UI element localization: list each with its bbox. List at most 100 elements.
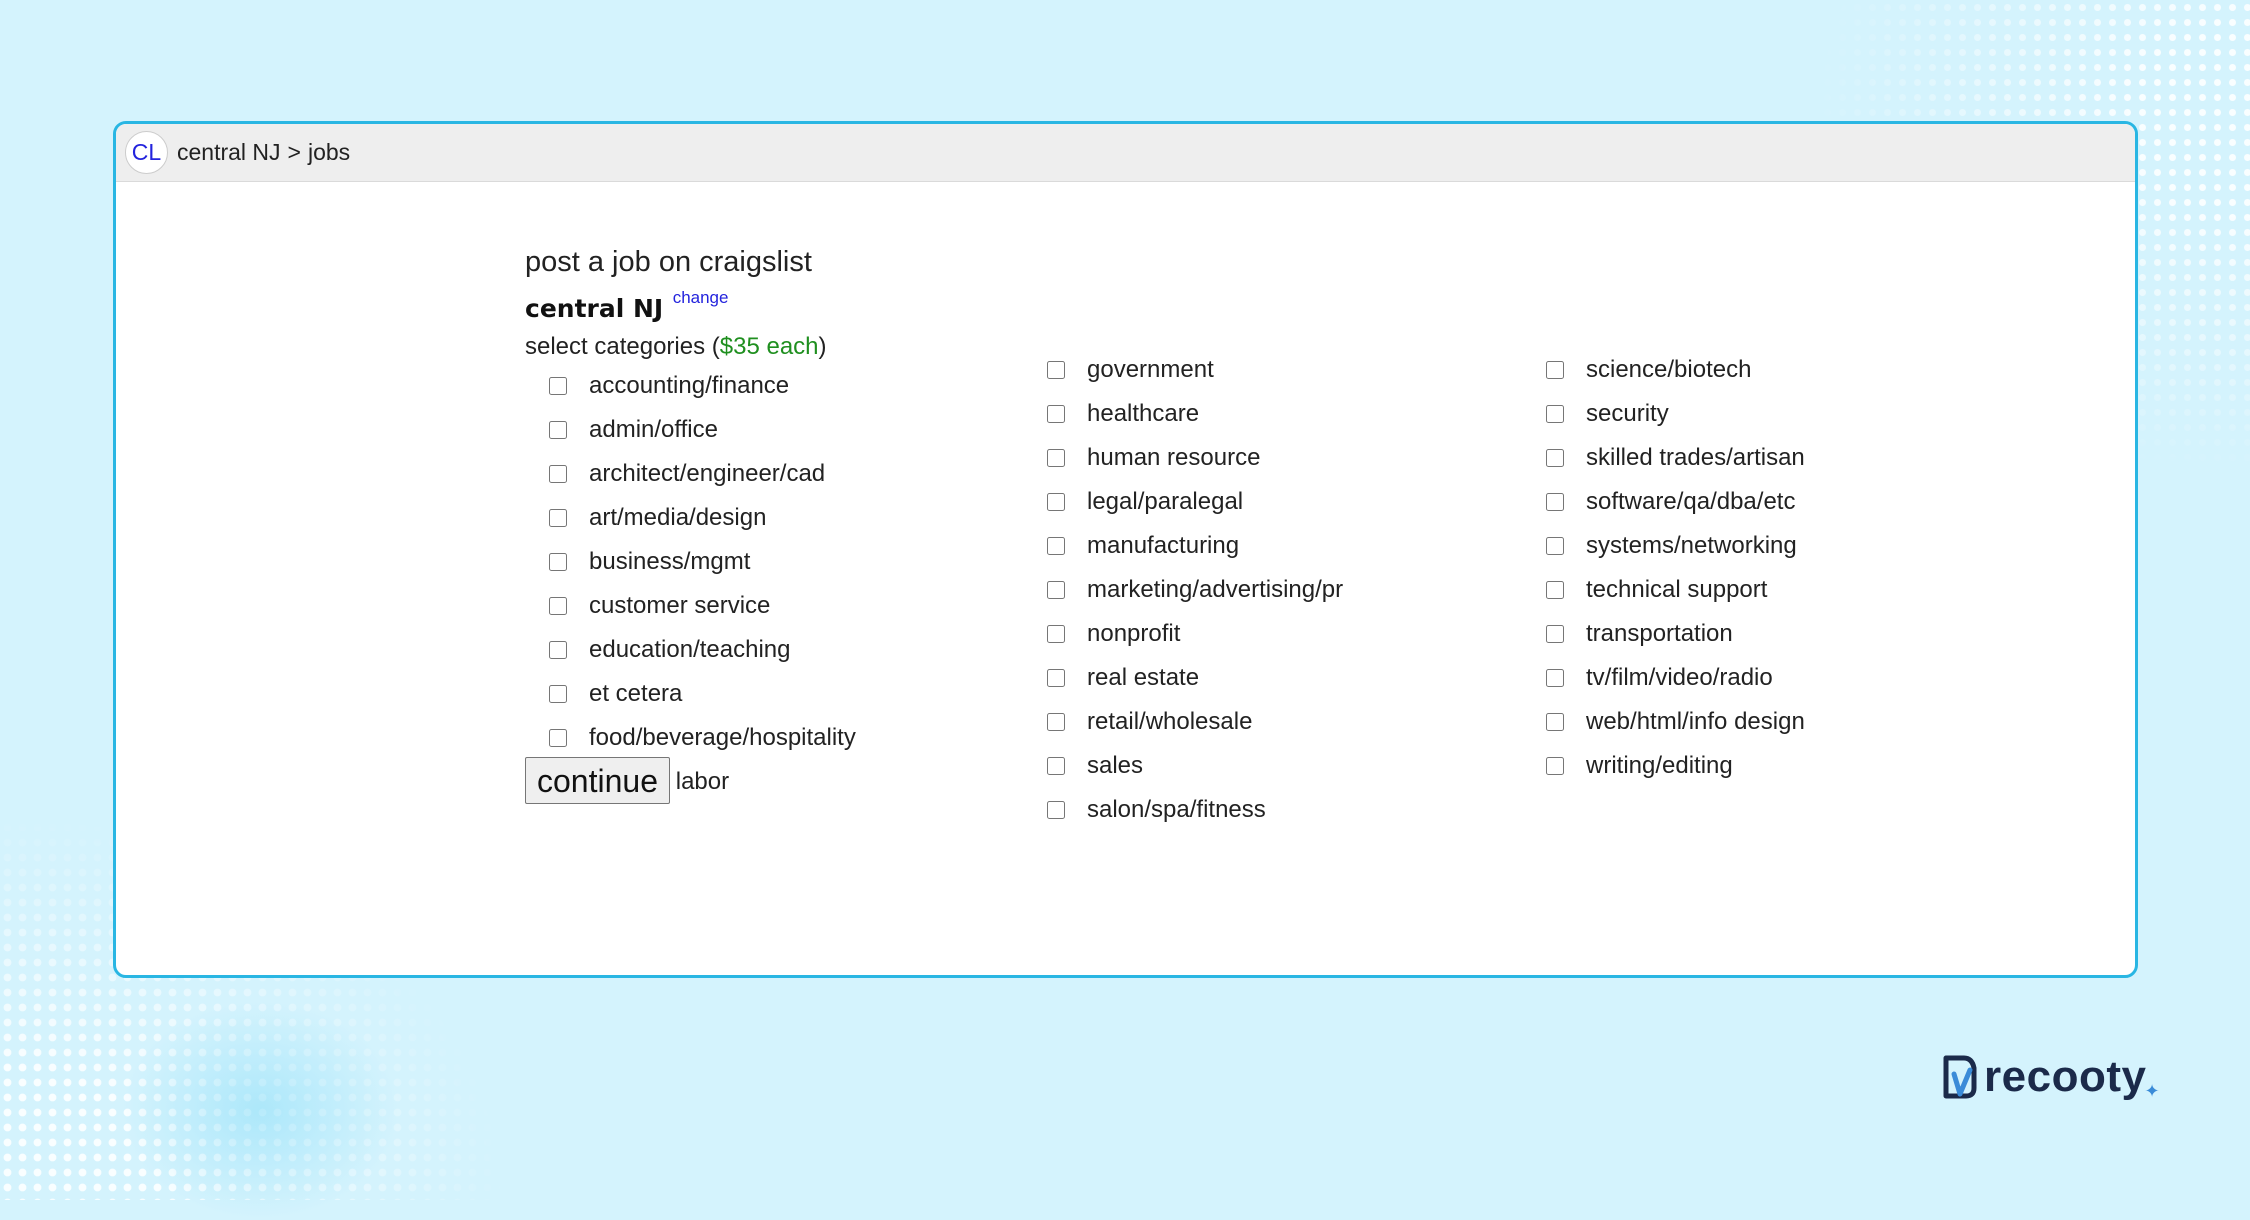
category-checkbox[interactable] — [1047, 493, 1065, 511]
category-option[interactable]: admin/office — [525, 408, 1005, 452]
category-option[interactable]: marketing/advertising/pr — [1023, 568, 1503, 612]
category-checkbox[interactable] — [1546, 757, 1564, 775]
category-option[interactable]: business/mgmt — [525, 540, 1005, 584]
category-option[interactable]: writing/editing — [1522, 744, 2002, 788]
breadcrumb-section[interactable]: jobs — [308, 139, 350, 166]
category-option[interactable]: technical support — [1522, 568, 2002, 612]
category-option[interactable]: systems/networking — [1522, 524, 2002, 568]
category-label: legal/paralegal — [1087, 488, 1244, 515]
category-checkbox[interactable] — [549, 421, 567, 439]
sparkle-icon: ✦ — [2144, 1080, 2160, 1101]
category-option[interactable]: art/media/design — [525, 496, 1005, 540]
area-name: central NJ — [525, 294, 664, 323]
category-checkbox[interactable] — [1047, 801, 1065, 819]
browser-window: CL central NJ > jobs post a job on craig… — [113, 121, 2138, 978]
category-option[interactable]: transportation — [1522, 612, 2002, 656]
category-label: security — [1586, 400, 1669, 427]
category-option[interactable]: tv/film/video/radio — [1522, 656, 2002, 700]
category-checkbox[interactable] — [549, 597, 567, 615]
category-label: human resource — [1087, 444, 1261, 471]
category-label: technical support — [1586, 576, 1768, 603]
category-label: food/beverage/hospitality — [589, 724, 856, 751]
category-option[interactable]: nonprofit — [1023, 612, 1503, 656]
category-option[interactable]: sales — [1023, 744, 1503, 788]
category-option[interactable]: software/qa/dba/etc — [1522, 480, 2002, 524]
price-label: $35 each — [719, 333, 819, 360]
category-label: retail/wholesale — [1087, 708, 1253, 735]
category-option[interactable]: et cetera — [525, 672, 1005, 716]
category-option[interactable]: accounting/finance — [525, 364, 1005, 408]
category-checkbox[interactable] — [1047, 361, 1065, 379]
category-checkbox[interactable] — [1546, 669, 1564, 687]
category-checkbox[interactable] — [1546, 625, 1564, 643]
change-area-link[interactable]: change — [673, 288, 729, 307]
category-label: transportation — [1586, 620, 1733, 647]
category-label: writing/editing — [1586, 752, 1733, 779]
category-label: software/qa/dba/etc — [1586, 488, 1796, 515]
category-option[interactable]: real estate — [1023, 656, 1503, 700]
category-option[interactable]: retail/wholesale — [1023, 700, 1503, 744]
category-option[interactable]: legal/paralegal — [1023, 480, 1503, 524]
recooty-logo: recooty ✦ — [1940, 1052, 2160, 1102]
category-checkbox[interactable] — [1047, 449, 1065, 467]
category-checkbox[interactable] — [1546, 493, 1564, 511]
category-column-3: science/biotech security skilled trades/ar… — [1522, 348, 2002, 788]
select-label-prefix: select categories ( — [525, 333, 720, 360]
category-checkbox[interactable] — [1047, 757, 1065, 775]
category-checkbox[interactable] — [549, 553, 567, 571]
breadcrumb: central NJ > jobs — [177, 139, 350, 166]
category-label: et cetera — [589, 680, 683, 707]
area-line: central NJ change — [525, 288, 728, 323]
document-check-icon — [1943, 1055, 1977, 1099]
continue-button[interactable]: continue — [525, 757, 670, 804]
category-label: manufacturing — [1087, 532, 1240, 559]
category-option[interactable]: skilled trades/artisan — [1522, 436, 2002, 480]
category-label: architect/engineer/cad — [589, 460, 826, 487]
category-checkbox[interactable] — [1047, 713, 1065, 731]
category-option[interactable]: healthcare — [1023, 392, 1503, 436]
category-checkbox[interactable] — [549, 641, 567, 659]
brand-name: recooty — [1984, 1052, 2147, 1101]
category-checkbox[interactable] — [1047, 405, 1065, 423]
category-option[interactable]: web/html/info design — [1522, 700, 2002, 744]
category-checkbox[interactable] — [1546, 449, 1564, 467]
category-label: web/html/info design — [1586, 708, 1805, 735]
category-label: marketing/advertising/pr — [1087, 576, 1344, 603]
category-label: accounting/finance — [589, 372, 790, 399]
category-option[interactable]: science/biotech — [1522, 348, 2002, 392]
category-checkbox[interactable] — [549, 465, 567, 483]
category-checkbox[interactable] — [1546, 581, 1564, 599]
category-checkbox[interactable] — [549, 377, 567, 395]
category-checkbox[interactable] — [1546, 405, 1564, 423]
category-option[interactable]: security — [1522, 392, 2002, 436]
category-option[interactable]: human resource — [1023, 436, 1503, 480]
category-checkbox[interactable] — [1047, 669, 1065, 687]
category-option[interactable]: government — [1023, 348, 1503, 392]
category-checkbox[interactable] — [1047, 537, 1065, 555]
category-checkbox[interactable] — [1546, 361, 1564, 379]
category-checkbox[interactable] — [1047, 625, 1065, 643]
category-option[interactable]: architect/engineer/cad — [525, 452, 1005, 496]
category-checkbox[interactable] — [549, 729, 567, 747]
category-option[interactable]: customer service — [525, 584, 1005, 628]
category-label: admin/office — [589, 416, 718, 443]
category-checkbox[interactable] — [549, 509, 567, 527]
category-option[interactable]: manufacturing — [1023, 524, 1503, 568]
category-checkbox[interactable] — [1546, 537, 1564, 555]
category-checkbox[interactable] — [1546, 713, 1564, 731]
category-option[interactable]: food/beverage/hospitality — [525, 716, 1005, 760]
category-checkbox[interactable] — [549, 685, 567, 703]
breadcrumb-separator: > — [287, 139, 301, 165]
category-label: nonprofit — [1087, 620, 1181, 647]
breadcrumb-region[interactable]: central NJ — [177, 139, 281, 166]
select-categories-label: select categories ($35 each) — [525, 333, 827, 361]
category-label: business/mgmt — [589, 548, 751, 575]
craigslist-logo[interactable]: CL — [125, 131, 168, 174]
page-title: post a job on craigslist — [525, 246, 812, 278]
category-option[interactable]: education/teaching — [525, 628, 1005, 672]
category-checkbox[interactable] — [1047, 581, 1065, 599]
category-column-2: government healthcare human resource legal/… — [1023, 348, 1503, 832]
category-option[interactable]: salon/spa/fitness — [1023, 788, 1503, 832]
top-bar: CL central NJ > jobs — [116, 124, 2135, 182]
category-label: real estate — [1087, 664, 1200, 691]
